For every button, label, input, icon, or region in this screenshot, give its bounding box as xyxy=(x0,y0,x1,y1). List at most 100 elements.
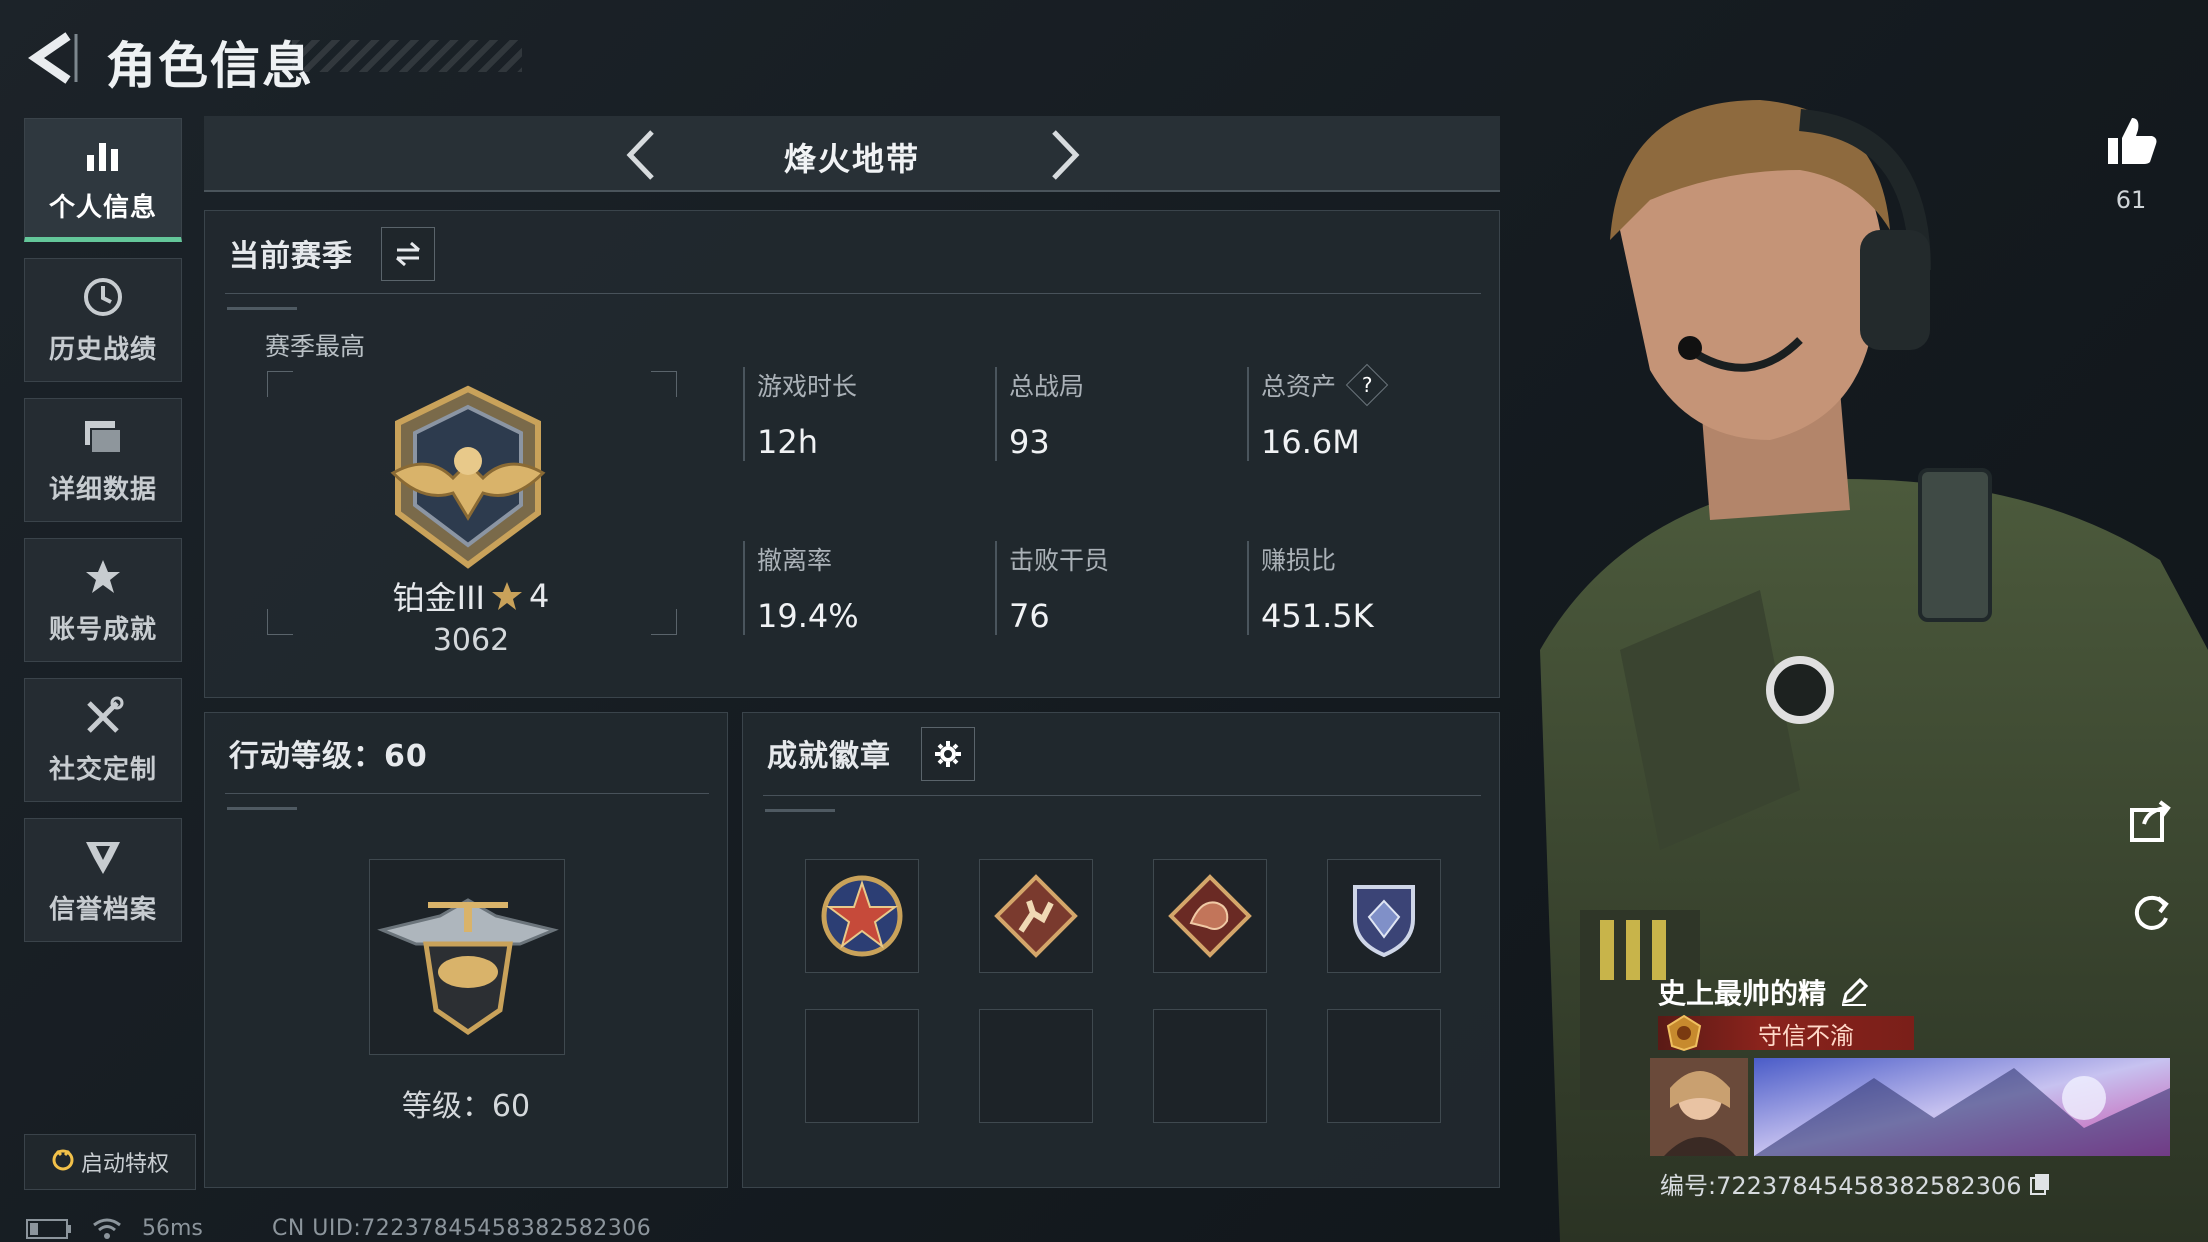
thumbs-up-icon[interactable] xyxy=(2102,112,2160,170)
copy-icon[interactable] xyxy=(2029,1172,2051,1196)
share-icon[interactable] xyxy=(2124,794,2178,848)
action-level-badge-frame xyxy=(369,859,565,1055)
rank-name: 铂金III xyxy=(392,579,485,617)
switch-icon xyxy=(396,241,420,267)
title-tag-text: 守信不渝 xyxy=(1758,1021,1854,1050)
sidebar-item-label: 社交定制 xyxy=(48,754,157,785)
sidebar-item-label: 历史战绩 xyxy=(48,334,157,365)
stat-value: 451.5K xyxy=(1261,597,1374,635)
stat-label: 总战局 xyxy=(1009,372,1085,401)
ping-value: 56ms xyxy=(142,1216,203,1241)
stat-total-assets: 总资产 ? 16.6M xyxy=(1247,363,1467,461)
season-panel: 当前赛季 赛季最高 铂金III 4 3062 游戏时长 12h 总战局 93 总… xyxy=(204,210,1500,698)
rank-star-icon xyxy=(491,582,522,610)
sidebar-item-social-custom[interactable]: 社交定制 xyxy=(24,678,182,802)
sidebar-item-label: 个人信息 xyxy=(48,192,157,223)
sidebar-item-label: 信誉档案 xyxy=(48,894,157,925)
back-arrow-icon[interactable] xyxy=(22,30,82,86)
sidebar-item-account-achievements[interactable]: 账号成就 xyxy=(24,538,182,662)
stat-extraction-rate: 撤离率 19.4% xyxy=(743,541,963,635)
badge-slot-4[interactable] xyxy=(1327,859,1441,973)
player-avatar[interactable] xyxy=(1650,1058,1748,1156)
folder-stack-icon xyxy=(81,415,125,459)
cn-uid: CN UID:72237845458382582306 xyxy=(272,1216,652,1241)
platinum-rank-emblem-icon xyxy=(390,385,546,569)
title-emblem-icon xyxy=(1666,1014,1702,1052)
helicopter-level-badge-icon xyxy=(377,898,559,1036)
runner-badge-icon xyxy=(994,874,1078,958)
achievements-panel: 成就徽章 xyxy=(742,712,1500,1188)
help-icon[interactable]: ? xyxy=(1345,363,1389,407)
badge-slot-2[interactable] xyxy=(979,859,1093,973)
rank-points: 3062 xyxy=(432,623,510,658)
stat-label: 总资产 xyxy=(1261,372,1337,401)
achievement-settings-button[interactable] xyxy=(921,727,975,781)
reputation-shield-icon xyxy=(81,835,125,879)
sidebar-item-personal-info[interactable]: 个人信息 xyxy=(24,118,182,242)
next-mode-arrow-icon[interactable] xyxy=(1040,126,1090,184)
sidebar-item-reputation[interactable]: 信誉档案 xyxy=(24,818,182,942)
page-title: 角色信息 xyxy=(106,37,314,95)
crest-shield-icon xyxy=(1353,885,1415,958)
stat-value: 93 xyxy=(1009,423,1050,461)
player-banner-image[interactable] xyxy=(1754,1058,2170,1156)
stat-play-time: 游戏时长 12h xyxy=(743,367,963,461)
edit-pencil-icon[interactable] xyxy=(1840,978,1869,1006)
deco-line xyxy=(227,807,297,810)
rank-name-row: 铂金III 4 xyxy=(271,573,671,619)
section-divider xyxy=(225,793,709,794)
mode-selector: 烽火地带 xyxy=(204,116,1500,192)
section-divider xyxy=(763,795,1481,796)
badge-slot-1[interactable] xyxy=(805,859,919,973)
player-name: 史上最帅的精 xyxy=(1658,977,1827,1010)
gear-icon xyxy=(935,741,961,767)
tools-icon xyxy=(81,695,125,739)
privilege-label: 启动特权 xyxy=(80,1152,169,1177)
deco-line xyxy=(227,307,297,310)
stat-total-matches: 总战局 93 xyxy=(995,367,1215,461)
player-name-row: 史上最帅的精 xyxy=(1658,972,1869,1012)
stat-label: 游戏时长 xyxy=(757,372,858,401)
action-level-panel: 行动等级：60 等级：60 xyxy=(204,712,728,1188)
badge-slot-empty[interactable] xyxy=(979,1009,1093,1123)
badge-slot-empty[interactable] xyxy=(1153,1009,1267,1123)
season-title: 当前赛季 xyxy=(229,239,353,274)
dragon-badge-icon xyxy=(1168,874,1252,958)
switch-season-button[interactable] xyxy=(381,227,435,281)
player-id-row: 编号:72237845458382582306 xyxy=(1660,1166,2051,1201)
section-divider xyxy=(225,293,1481,294)
season-best-label: 赛季最高 xyxy=(265,332,366,361)
sidebar-item-label: 详细数据 xyxy=(48,474,157,505)
badge-slot-empty[interactable] xyxy=(1327,1009,1441,1123)
activate-privilege-button[interactable]: 启动特权 xyxy=(24,1134,196,1190)
stat-label: 撤离率 xyxy=(757,546,833,575)
title-decoration xyxy=(292,40,522,72)
battery-icon xyxy=(26,1218,71,1239)
stat-operators-defeated: 击败干员 76 xyxy=(995,541,1215,635)
action-level-label: 等级：60 xyxy=(401,1089,531,1124)
like-count: 61 xyxy=(2115,186,2147,214)
action-level-title: 行动等级：60 xyxy=(229,739,428,774)
mode-title: 烽火地带 xyxy=(783,140,920,178)
stat-label: 击败干员 xyxy=(1009,546,1110,575)
stat-value: 16.6M xyxy=(1261,423,1360,461)
sidebar-item-detailed-data[interactable]: 详细数据 xyxy=(24,398,182,522)
bar-chart-icon xyxy=(81,133,125,177)
stat-label-row: 总资产 ? xyxy=(1261,363,1467,407)
player-name-card: 史上最帅的精 守信不渝 xyxy=(1650,966,2170,1166)
deco-line xyxy=(765,809,835,812)
rotate-icon[interactable] xyxy=(2124,884,2178,938)
stat-value: 76 xyxy=(1009,597,1050,635)
star-medal-icon xyxy=(821,875,903,957)
stat-value: 19.4% xyxy=(757,597,859,635)
sidebar-item-history[interactable]: 历史战绩 xyxy=(24,258,182,382)
stat-value: 12h xyxy=(757,423,818,461)
achievements-title: 成就徽章 xyxy=(767,739,891,774)
sidebar-item-label: 账号成就 xyxy=(48,614,157,645)
badge-slot-empty[interactable] xyxy=(805,1009,919,1123)
rank-stars: 4 xyxy=(528,577,550,615)
status-bar: 56ms xyxy=(26,1216,203,1241)
badge-slot-3[interactable] xyxy=(1153,859,1267,973)
achievement-star-icon xyxy=(81,555,125,599)
stat-label: 赚损比 xyxy=(1261,546,1337,575)
